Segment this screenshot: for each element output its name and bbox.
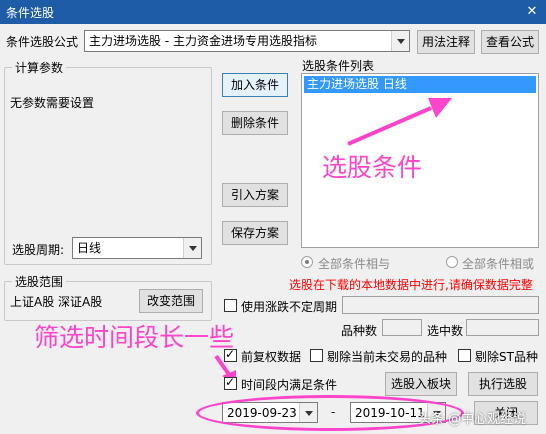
scope-group-title: 选股范围 <box>12 273 67 290</box>
chevron-down-icon[interactable] <box>391 31 409 51</box>
and-radio-label: 全部条件相与 <box>318 257 391 271</box>
title-bar: 条件选股 ✕ <box>0 0 546 24</box>
save-plan-button[interactable]: 保存方案 <box>222 221 288 245</box>
close-icon[interactable]: ✕ <box>524 4 540 20</box>
to-block-button[interactable]: 选股入板块 <box>385 372 457 396</box>
chevron-down-icon[interactable] <box>183 238 201 258</box>
import-plan-button[interactable]: 引入方案 <box>222 183 288 207</box>
no-params-text: 无参数需要设置 <box>10 96 95 110</box>
usage-button[interactable]: 用法注释 <box>417 30 475 54</box>
watermark: 头条 @中心观经说 <box>418 412 527 427</box>
period-annotation: 筛选时间段长一些 <box>34 323 235 352</box>
and-radio[interactable] <box>301 256 313 268</box>
irregular-period-label: 使用涨跌不定周期 <box>241 300 338 314</box>
count-label: 品种数 <box>341 324 378 338</box>
count-value <box>382 319 422 336</box>
time-range-checkbox[interactable] <box>224 375 237 390</box>
view-formula-button[interactable]: 查看公式 <box>481 30 539 54</box>
period-select[interactable]: 日线 <box>72 237 202 259</box>
exclude-st-label: 剔除ST品种 <box>475 350 538 364</box>
add-condition-button[interactable]: 加入条件 <box>222 73 288 97</box>
or-radio[interactable] <box>446 256 458 268</box>
or-radio-label: 全部条件相或 <box>462 257 535 271</box>
irregular-period-checkbox[interactable] <box>224 299 237 312</box>
formula-value: 主力进场选股 - 主力资金进场专用选股指标 <box>89 34 317 48</box>
forward-adjust-label: 前复权数据 <box>241 350 302 364</box>
period-label: 选股周期: <box>12 243 65 257</box>
time-range-label: 时间段内满足条件 <box>241 378 338 392</box>
scope-value: 上证A股 深证A股 <box>10 295 103 309</box>
conditions-annotation: 选股条件 <box>322 153 423 182</box>
exclude-suspended-label: 剔除当前未交易的品种 <box>327 350 448 364</box>
forward-adjust-checkbox[interactable] <box>224 347 237 362</box>
conditions-label: 选股条件列表 <box>302 59 375 73</box>
window-title: 条件选股 <box>6 6 55 20</box>
period-input[interactable] <box>342 296 539 314</box>
selected-value <box>466 319 539 336</box>
exclude-suspended-checkbox[interactable] <box>310 349 323 362</box>
annotation-arrow <box>347 98 452 146</box>
period-value: 日线 <box>77 241 102 255</box>
delete-condition-button[interactable]: 删除条件 <box>222 111 288 135</box>
formula-select[interactable]: 主力进场选股 - 主力资金进场专用选股指标 <box>84 30 410 52</box>
execute-button[interactable]: 执行选股 <box>468 372 538 396</box>
selected-label: 选中数 <box>427 324 464 338</box>
exclude-st-checkbox[interactable] <box>458 349 471 362</box>
change-scope-button[interactable]: 改变范围 <box>139 289 203 313</box>
formula-label: 条件选股公式 <box>6 35 79 49</box>
notice-text: 选股在下载的本地数据中进行,请确保数据完整 <box>289 278 533 292</box>
params-group-title: 计算参数 <box>12 59 67 76</box>
